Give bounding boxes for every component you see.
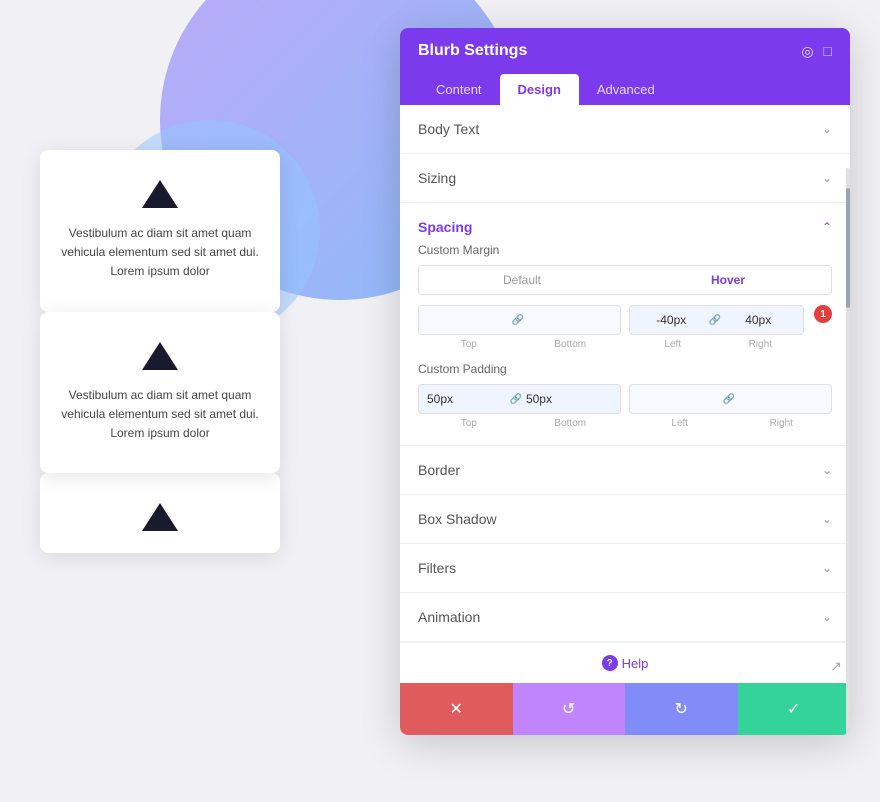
padding-right-label: Right	[731, 418, 833, 429]
resize-icon[interactable]: ↗	[830, 658, 842, 675]
card-2: Vestibulum ac diam sit amet quam vehicul…	[40, 312, 280, 474]
animation-chevron: ⌄	[822, 610, 832, 624]
card-1: Vestibulum ac diam sit amet quam vehicul…	[40, 150, 280, 312]
spacing-chevron-up: ⌃	[822, 220, 832, 234]
spacing-title: Spacing	[418, 219, 472, 235]
body-text-chevron: ⌄	[822, 122, 832, 136]
padding-bottom-label: Bottom	[520, 418, 622, 429]
spacing-section: Spacing ⌃ Custom Margin Default Hover	[400, 203, 850, 446]
panel-tabs: Content Design Advanced	[400, 74, 850, 105]
section-box-shadow[interactable]: Box Shadow ⌄	[400, 495, 850, 544]
target-icon[interactable]: ◎	[801, 43, 813, 60]
help-icon: ?	[602, 655, 618, 671]
card-3	[40, 473, 280, 553]
margin-bottom-input[interactable]	[528, 313, 609, 327]
body-text-label: Body Text	[418, 121, 479, 137]
margin-inputs-container: 🔗 Top Bottom 🔗	[418, 305, 832, 350]
padding-left-input[interactable]	[638, 392, 719, 406]
scroll-indicator	[846, 168, 850, 735]
margin-left-input[interactable]	[638, 313, 705, 327]
margin-link-icon-1[interactable]: 🔗	[512, 315, 524, 326]
box-shadow-chevron: ⌄	[822, 512, 832, 526]
padding-link-icon-2[interactable]: 🔗	[723, 394, 735, 405]
margin-bottom-label: Bottom	[520, 339, 622, 350]
padding-left-right-wrap: 🔗	[629, 384, 832, 414]
card-container: Vestibulum ac diam sit amet quam vehicul…	[40, 150, 280, 533]
redo-button[interactable]: ↻	[625, 683, 738, 735]
section-border[interactable]: Border ⌄	[400, 446, 850, 495]
padding-top-input[interactable]	[427, 392, 506, 406]
box-shadow-label: Box Shadow	[418, 511, 497, 527]
margin-top-bottom-labels: Top Bottom	[418, 339, 621, 350]
tab-advanced[interactable]: Advanced	[579, 74, 673, 105]
margin-left-right-inputs: 🔗 Left Right	[629, 305, 804, 350]
padding-left-label: Left	[629, 418, 731, 429]
help-link[interactable]: ? Help	[418, 655, 832, 671]
custom-margin-label: Custom Margin	[418, 243, 832, 257]
border-chevron: ⌄	[822, 463, 832, 477]
card-icon-3	[142, 503, 178, 531]
margin-right-input[interactable]	[725, 313, 792, 327]
card-text-1: Vestibulum ac diam sit amet quam vehicul…	[60, 224, 260, 282]
spacing-content: Custom Margin Default Hover 🔗	[400, 243, 850, 445]
card-icon-2	[142, 342, 178, 370]
undo-button[interactable]: ↺	[513, 683, 626, 735]
section-filters[interactable]: Filters ⌄	[400, 544, 850, 593]
padding-top-bottom-labels: Top Bottom	[418, 418, 621, 429]
section-body-text[interactable]: Body Text ⌄	[400, 105, 850, 154]
margin-badge: 1	[814, 305, 832, 323]
scroll-thumb	[846, 188, 850, 308]
filters-chevron: ⌄	[822, 561, 832, 575]
custom-padding-label: Custom Padding	[418, 362, 832, 376]
padding-top-bottom-group: 🔗 Top Bottom	[418, 384, 621, 429]
panel-header: Blurb Settings ◎ □	[400, 28, 850, 74]
padding-left-right-labels: Left Right	[629, 418, 832, 429]
toggle-hover[interactable]: Hover	[625, 266, 831, 294]
padding-link-icon-1[interactable]: 🔗	[510, 394, 522, 405]
spacing-header[interactable]: Spacing ⌃	[400, 203, 850, 243]
cancel-button[interactable]: ✕	[400, 683, 513, 735]
margin-left-right-group: 🔗 Left Right 1	[629, 305, 832, 350]
padding-inputs-container: 🔗 Top Bottom 🔗	[418, 384, 832, 429]
margin-top-input[interactable]	[427, 313, 508, 327]
settings-panel: Blurb Settings ◎ □ Content Design Advanc…	[400, 28, 850, 735]
margin-left-label: Left	[629, 339, 717, 350]
panel-title: Blurb Settings	[418, 42, 527, 60]
card-icon-1	[142, 180, 178, 208]
margin-top-bottom-group: 🔗 Top Bottom	[418, 305, 621, 350]
margin-right-label: Right	[717, 339, 805, 350]
margin-toggle-tabs: Default Hover	[418, 265, 832, 295]
help-label: Help	[622, 656, 649, 671]
panel-footer: ? Help	[400, 642, 850, 683]
padding-right-input[interactable]	[739, 392, 820, 406]
section-sizing[interactable]: Sizing ⌄	[400, 154, 850, 203]
margin-left-right-wrap: 🔗	[629, 305, 804, 335]
panel-body: Body Text ⌄ Sizing ⌄ Spacing ⌃ Custom Ma…	[400, 105, 850, 735]
sizing-chevron: ⌄	[822, 171, 832, 185]
animation-label: Animation	[418, 609, 480, 625]
padding-top-bottom-wrap: 🔗	[418, 384, 621, 414]
border-label: Border	[418, 462, 460, 478]
padding-left-right-group: 🔗 Left Right	[629, 384, 832, 429]
action-buttons: ✕ ↺ ↻ ✓	[400, 683, 850, 735]
header-icons: ◎ □	[801, 43, 832, 60]
filters-label: Filters	[418, 560, 456, 576]
card-text-2: Vestibulum ac diam sit amet quam vehicul…	[60, 386, 260, 444]
margin-top-input-wrap: 🔗	[418, 305, 621, 335]
toggle-default[interactable]: Default	[419, 266, 625, 294]
sizing-label: Sizing	[418, 170, 456, 186]
padding-top-label: Top	[418, 418, 520, 429]
margin-left-right-labels: Left Right	[629, 339, 804, 350]
margin-link-icon-2[interactable]: 🔗	[709, 315, 721, 326]
margin-top-label: Top	[418, 339, 520, 350]
padding-bottom-input[interactable]	[526, 392, 605, 406]
tab-design[interactable]: Design	[500, 74, 579, 105]
save-button[interactable]: ✓	[738, 683, 851, 735]
section-animation[interactable]: Animation ⌄	[400, 593, 850, 642]
expand-icon[interactable]: □	[824, 43, 832, 60]
tab-content[interactable]: Content	[418, 74, 500, 105]
